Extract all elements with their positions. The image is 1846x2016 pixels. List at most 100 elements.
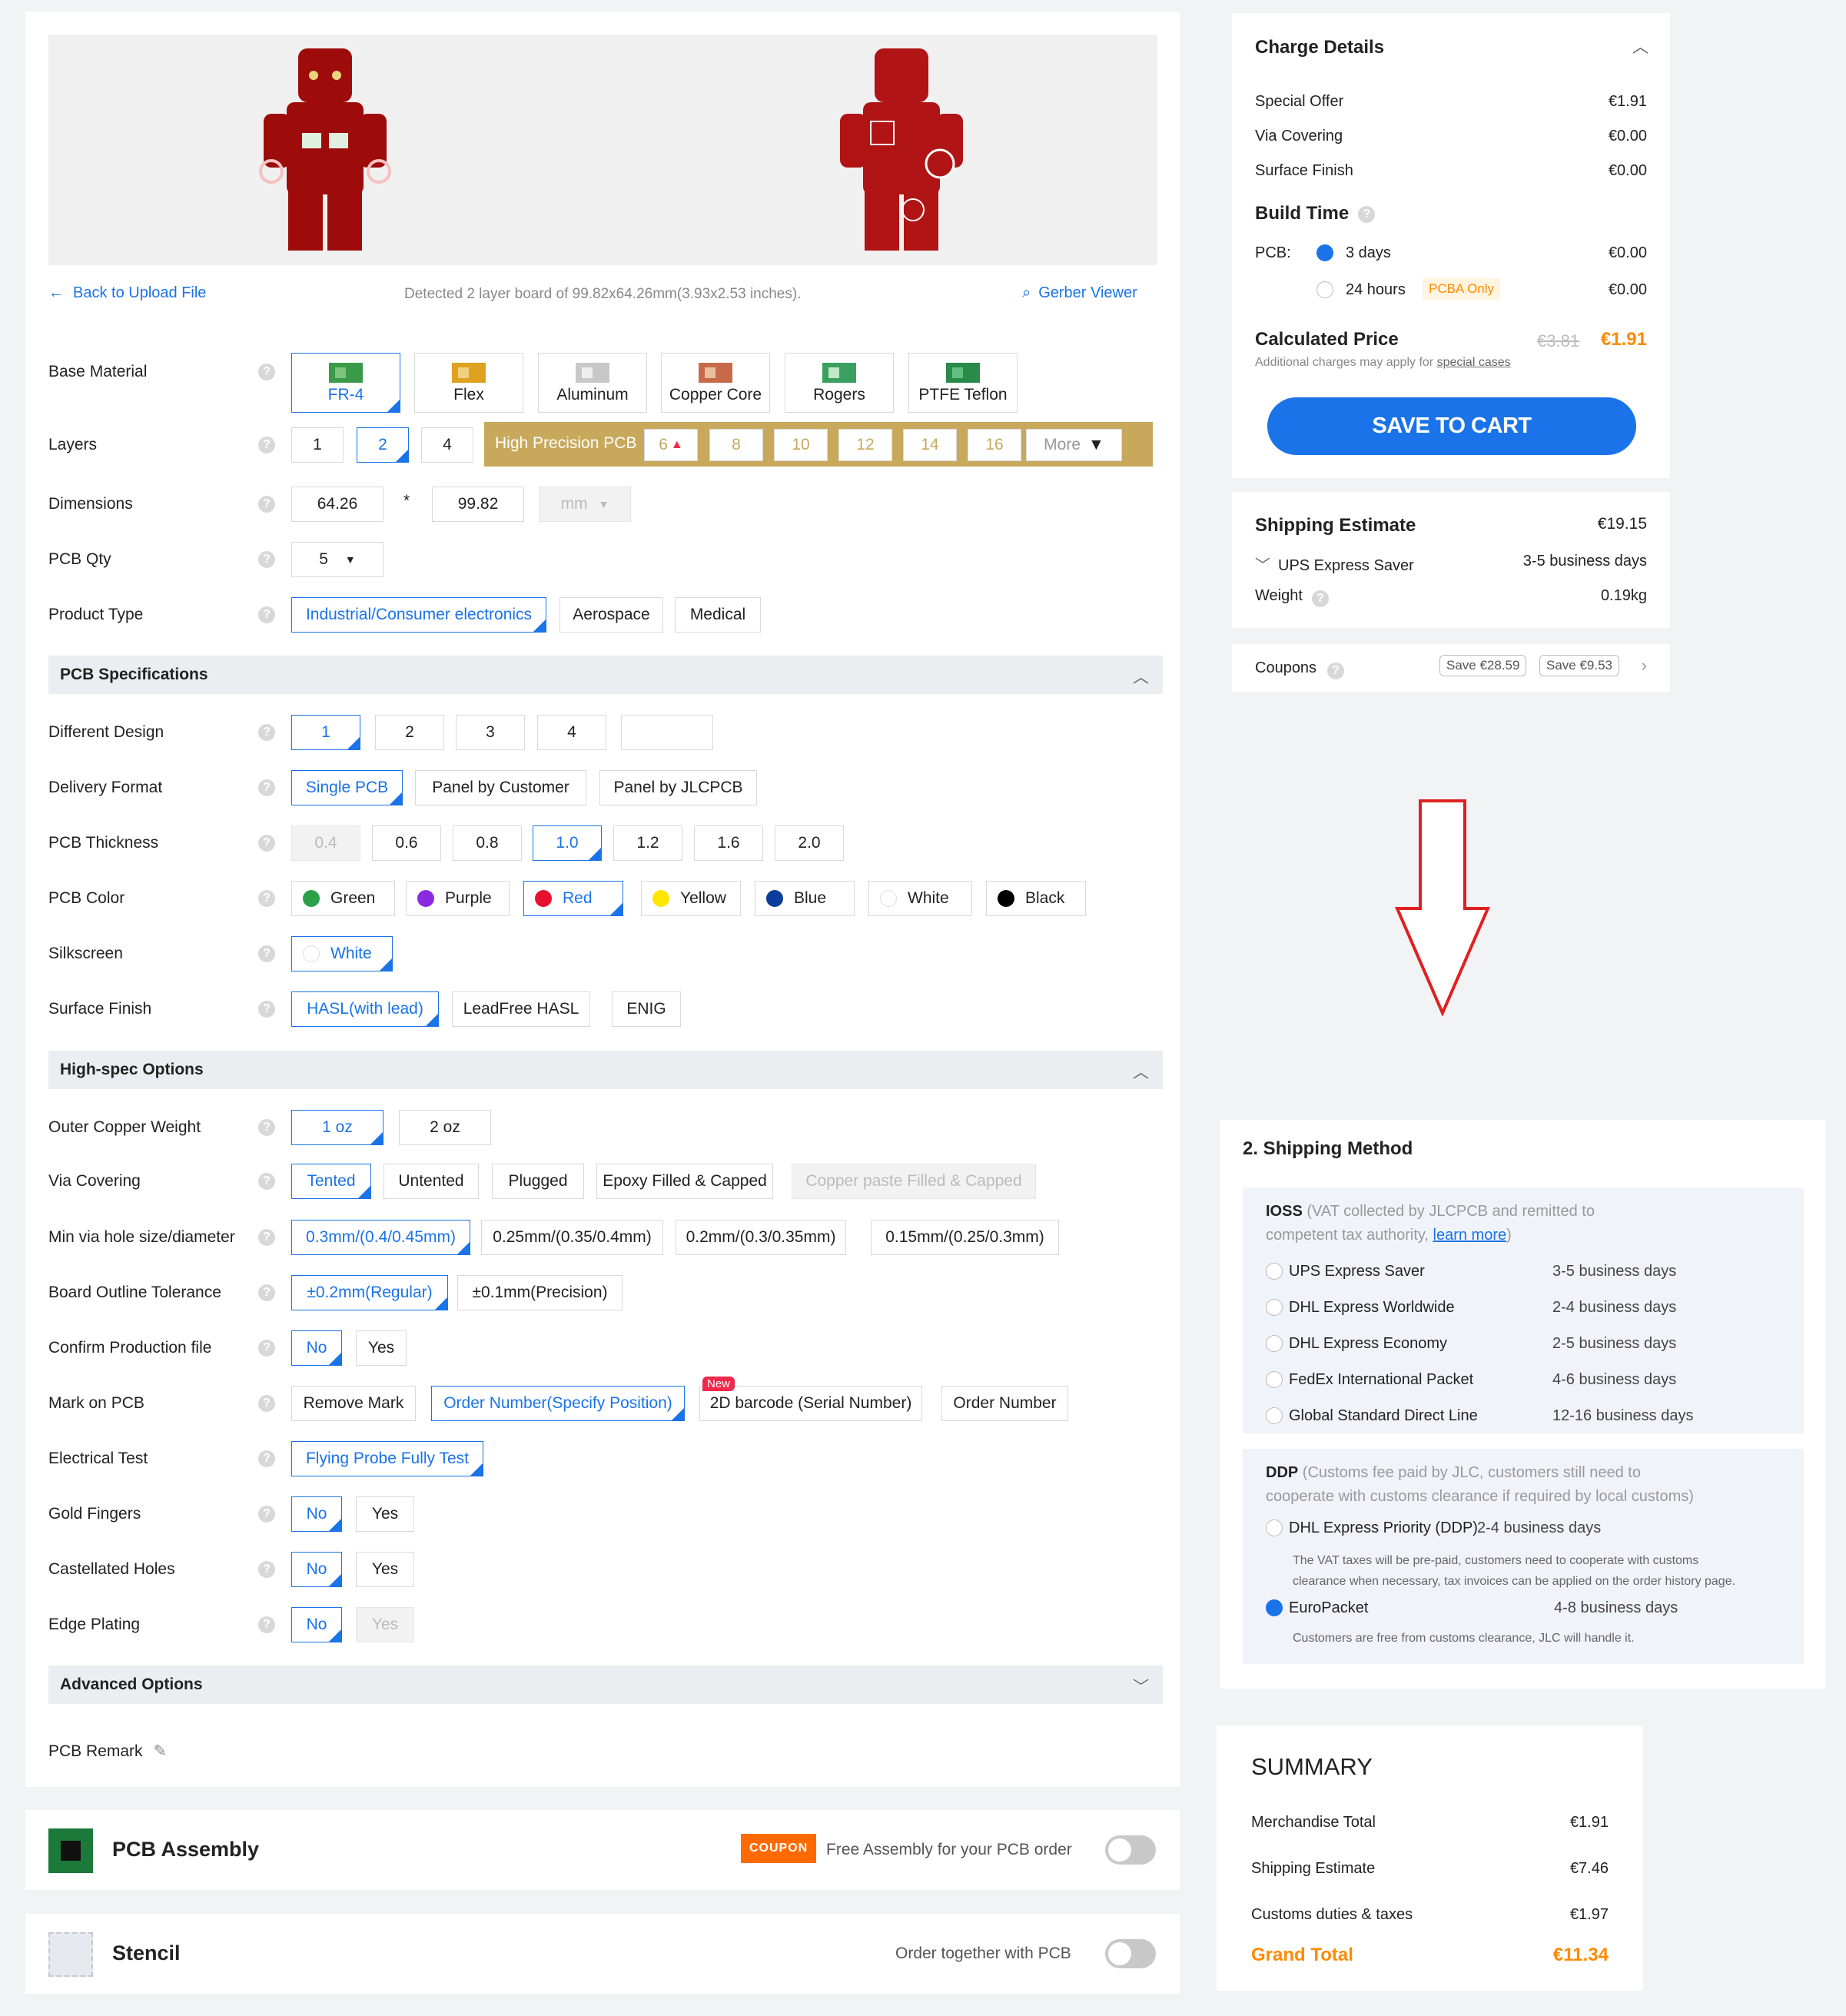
copper-2oz[interactable]: 2 oz [399,1110,491,1145]
help-icon[interactable]: ? [258,1561,275,1578]
ptype-medical[interactable]: Medical [675,597,761,633]
help-icon[interactable]: ? [258,1229,275,1246]
color-black[interactable]: Black [986,881,1086,916]
help-icon[interactable]: ? [258,1506,275,1523]
help-icon[interactable]: ? [258,1450,275,1467]
help-icon[interactable]: ? [258,1173,275,1190]
radio-shipping-option[interactable] [1266,1263,1283,1280]
mark-order-number[interactable]: Order Number [941,1386,1068,1421]
section-advanced-options[interactable]: Advanced Options ﹀ [48,1666,1163,1704]
help-icon[interactable]: ? [258,1340,275,1357]
thickness-1.0[interactable]: 1.0 [533,825,602,861]
mark-2d-barcode[interactable]: 2D barcode (Serial Number) [699,1386,922,1421]
stencil-toggle[interactable] [1105,1939,1156,1968]
etest-flying-probe[interactable]: Flying Probe Fully Test [291,1441,483,1476]
color-green[interactable]: Green [291,881,395,916]
design-3[interactable]: 3 [456,715,525,750]
back-to-upload-link[interactable]: ← Back to Upload File [48,284,206,302]
coupons-card[interactable]: Coupons? Save €28.59 Save €9.53 › [1232,644,1670,692]
help-icon[interactable]: ? [258,496,275,513]
color-white[interactable]: White [868,881,972,916]
help-icon[interactable]: ? [258,835,275,852]
radio-shipping-option[interactable] [1266,1299,1283,1316]
help-icon[interactable]: ? [1311,590,1329,607]
help-icon[interactable]: ? [258,1395,275,1412]
layer-10[interactable]: 10 [774,429,828,461]
copper-1oz[interactable]: 1 oz [291,1110,383,1145]
save-to-cart-button[interactable]: SAVE TO CART [1267,397,1636,455]
confirm-yes[interactable]: Yes [356,1330,407,1366]
help-icon[interactable]: ? [1358,206,1376,223]
silk-white[interactable]: White [291,936,393,971]
help-icon[interactable]: ? [258,364,275,380]
material-5[interactable]: PTFE Teflon [908,353,1018,413]
thickness-1.2[interactable]: 1.2 [613,825,682,861]
delivery-panel-jlc[interactable]: Panel by JLCPCB [599,770,757,805]
gerber-viewer-link[interactable]: ⌕ Gerber Viewer [1022,284,1137,302]
mark-order-number-position[interactable]: Order Number(Specify Position) [431,1386,685,1421]
radio-3days[interactable] [1316,244,1333,261]
layer-4[interactable]: 4 [421,427,473,463]
via-tented[interactable]: Tented [291,1164,371,1199]
outline-regular[interactable]: ±0.2mm(Regular) [291,1275,448,1310]
radio-shipping-option[interactable] [1266,1335,1283,1352]
via-copper-paste[interactable]: Copper paste Filled & Capped [792,1164,1036,1199]
layer-16[interactable]: 16 [968,429,1021,461]
shipping-method-dropdown[interactable]: ﹀ UPS Express Saver [1255,553,1414,575]
layer-12[interactable]: 12 [838,429,892,461]
assembly-toggle[interactable] [1105,1835,1156,1865]
gold-no[interactable]: No [291,1496,342,1532]
ptype-industrial[interactable]: Industrial/Consumer electronics [291,597,546,633]
help-icon[interactable]: ? [258,437,275,453]
section-high-spec[interactable]: High-spec Options ︿ [48,1051,1163,1089]
material-3[interactable]: Copper Core [661,353,770,413]
chevron-up-icon[interactable]: ︿ [1632,35,1648,58]
minvia-03[interactable]: 0.3mm/(0.4/0.45mm) [291,1220,470,1255]
design-custom-input[interactable] [621,715,713,750]
coupon-9[interactable]: Save €9.53 [1539,655,1620,676]
design-2[interactable]: 2 [375,715,444,750]
radio-dhl-priority[interactable] [1266,1519,1283,1536]
qty-select[interactable]: 5 ▼ [291,542,383,577]
material-4[interactable]: Rogers [785,353,894,413]
material-2[interactable]: Aluminum [538,353,647,413]
edge-yes[interactable]: Yes [356,1607,414,1642]
via-epoxy[interactable]: Epoxy Filled & Capped [596,1164,773,1199]
special-cases-link[interactable]: special cases [1437,356,1511,369]
unit-select[interactable]: mm ▼ [539,487,631,522]
color-yellow[interactable]: Yellow [641,881,741,916]
layer-6[interactable]: 6 ▲ [644,429,698,461]
surface-hasl-lead[interactable]: HASL(with lead) [291,991,439,1027]
castel-no[interactable]: No [291,1552,342,1587]
pcb-remark[interactable]: PCB Remark ✎ [48,1742,167,1761]
edge-no[interactable]: No [291,1607,342,1642]
radio-24hours[interactable] [1316,281,1333,298]
via-plugged[interactable]: Plugged [492,1164,584,1199]
layer-14[interactable]: 14 [903,429,957,461]
thickness-1.6[interactable]: 1.6 [694,825,763,861]
thickness-0.6[interactable]: 0.6 [372,825,441,861]
help-icon[interactable]: ? [258,606,275,623]
layer-1[interactable]: 1 [291,427,344,463]
surface-leadfree[interactable]: LeadFree HASL [452,991,590,1027]
help-icon[interactable]: ? [1327,663,1345,679]
more-layers-dropdown[interactable]: More ▼ [1026,429,1122,461]
section-pcb-specifications[interactable]: PCB Specifications ︿ [48,656,1163,694]
mark-remove[interactable]: Remove Mark [291,1386,416,1421]
minvia-025[interactable]: 0.25mm/(0.35/0.4mm) [481,1220,663,1255]
design-4[interactable]: 4 [537,715,606,750]
color-red[interactable]: Red [523,881,623,916]
width-input[interactable]: 64.26 [291,487,383,522]
outline-precision[interactable]: ±0.1mm(Precision) [457,1275,623,1310]
confirm-no[interactable]: No [291,1330,342,1366]
material-1[interactable]: Flex [414,353,523,413]
help-icon[interactable]: ? [258,551,275,568]
thickness-0.8[interactable]: 0.8 [453,825,522,861]
ptype-aerospace[interactable]: Aerospace [559,597,663,633]
color-purple[interactable]: Purple [406,881,510,916]
help-icon[interactable]: ? [258,1284,275,1301]
minvia-015[interactable]: 0.15mm/(0.25/0.3mm) [871,1220,1059,1255]
radio-shipping-option[interactable] [1266,1371,1283,1388]
surface-enig[interactable]: ENIG [612,991,681,1027]
via-untented[interactable]: Untented [383,1164,479,1199]
